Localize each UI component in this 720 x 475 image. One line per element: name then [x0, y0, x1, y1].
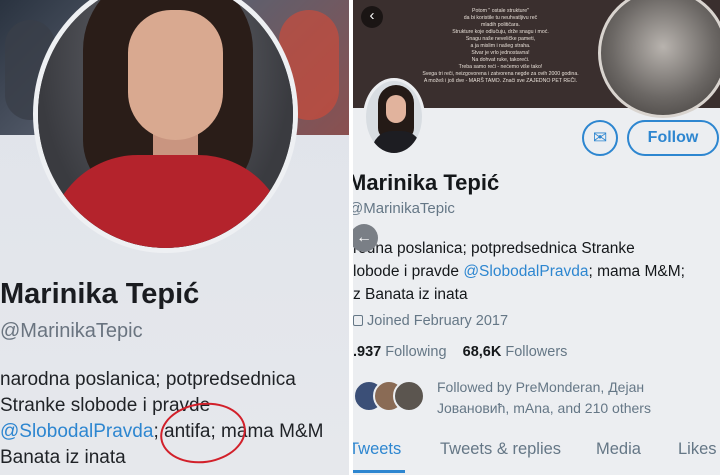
banner-poem-text: Potom " ostale strukture" da bi koristile… — [393, 8, 608, 85]
back-arrow-icon[interactable]: ‹ — [361, 6, 383, 28]
tab-tweets-replies[interactable]: Tweets & replies — [440, 440, 561, 459]
follow-stats: .937 Following 68,6K Followers — [353, 344, 567, 360]
poem-line: da bi koristile tu neuhvatljivu reč — [463, 15, 538, 21]
following-count: .937 — [353, 344, 382, 360]
follower-avatar — [393, 380, 425, 412]
active-tab-indicator — [353, 470, 405, 473]
followed-by-line-2: Јовановић, mAna, and 210 others — [437, 400, 651, 416]
avatar-face — [386, 95, 406, 123]
followed-by-text[interactable]: Followed by PreMonderan, Дејан Јовановић… — [437, 377, 651, 419]
poem-line: Strukture koje odlučuju, drže snagu i mo… — [452, 29, 549, 35]
poem-line: a ja mislim i našeg straha. — [470, 43, 531, 49]
joined-date: Joined February 2017 — [353, 313, 508, 329]
right-profile-screenshot: Potom " ostale strukture" da bi koristile… — [353, 0, 720, 475]
poem-line: Potom " ostale strukture" — [471, 8, 530, 14]
followers-label: Followers — [505, 344, 568, 360]
right-profile-bio: rodna poslanica; potpredsednica Stranke … — [353, 237, 685, 306]
calendar-icon — [353, 315, 363, 326]
right-bio-mention-link[interactable]: @SlobodalPravda — [463, 263, 588, 280]
right-profile-handle: @MarinikaTepic — [353, 200, 455, 217]
left-profile-handle: @MarinikaTepic — [0, 320, 143, 342]
right-profile-name: Marinika Tepić — [353, 170, 500, 195]
poem-line: Na dohvat ruke, takoreći. — [471, 57, 530, 63]
followers-count: 68,6K — [462, 344, 502, 360]
poem-line: mladih političara. — [481, 22, 520, 28]
right-profile-avatar[interactable] — [363, 78, 425, 156]
followed-by-line-1: Followed by PreMonderan, Дејан — [437, 379, 645, 395]
left-profile-name: Marinika Tepić — [0, 278, 200, 310]
poem-line: Snagu naše neveličke pameti, — [465, 36, 536, 42]
followed-by-avatars[interactable] — [353, 380, 433, 416]
right-bio-line-3: z Banata iz inata — [353, 286, 468, 303]
left-profile-screenshot: Marinika Tepić @MarinikaTepic narodna po… — [0, 0, 349, 475]
follow-button[interactable]: Follow — [627, 120, 719, 156]
poem-line: A možeš i još dve - MARŠ TAMO. Znači sve… — [423, 78, 578, 84]
message-envelope-icon[interactable]: ✉ — [582, 120, 618, 156]
profile-tabs: Tweets Tweets & replies Media Likes — [353, 434, 720, 475]
poem-line: Svega tri reči, neizgovorena i zatvorena… — [422, 71, 579, 77]
tab-media[interactable]: Media — [596, 440, 641, 459]
right-bio-line-2-post: ; mama M&M; — [588, 263, 685, 280]
joined-text: Joined February 2017 — [367, 313, 509, 329]
avatar-body — [372, 131, 422, 153]
poem-line: Stvar je vrlo jednostavna! — [471, 50, 530, 56]
right-bio-line-2-pre: lobode i pravde — [353, 263, 464, 280]
following-label: Following — [385, 344, 447, 360]
left-bio-line-1: narodna poslanica; potpredsednica — [0, 369, 296, 390]
avatar-face — [128, 10, 223, 140]
left-bio-mention-link[interactable]: @SlobodalPravda — [0, 421, 153, 442]
following-link[interactable]: .937 Following — [353, 344, 447, 360]
right-bio-line-2: lobode i pravde @SlobodalPravda; mama M&… — [353, 260, 685, 283]
left-profile-avatar[interactable] — [33, 0, 298, 253]
tab-tweets[interactable]: Tweets — [353, 440, 401, 459]
tab-likes[interactable]: Likes — [678, 440, 717, 459]
banner-portrait — [598, 0, 720, 118]
right-bio-line-1: rodna poslanica; potpredsednica Stranke — [353, 240, 635, 257]
followers-link[interactable]: 68,6K Followers — [463, 344, 568, 360]
poem-line: Treba samo reći - nećemo više tako! — [458, 64, 543, 70]
